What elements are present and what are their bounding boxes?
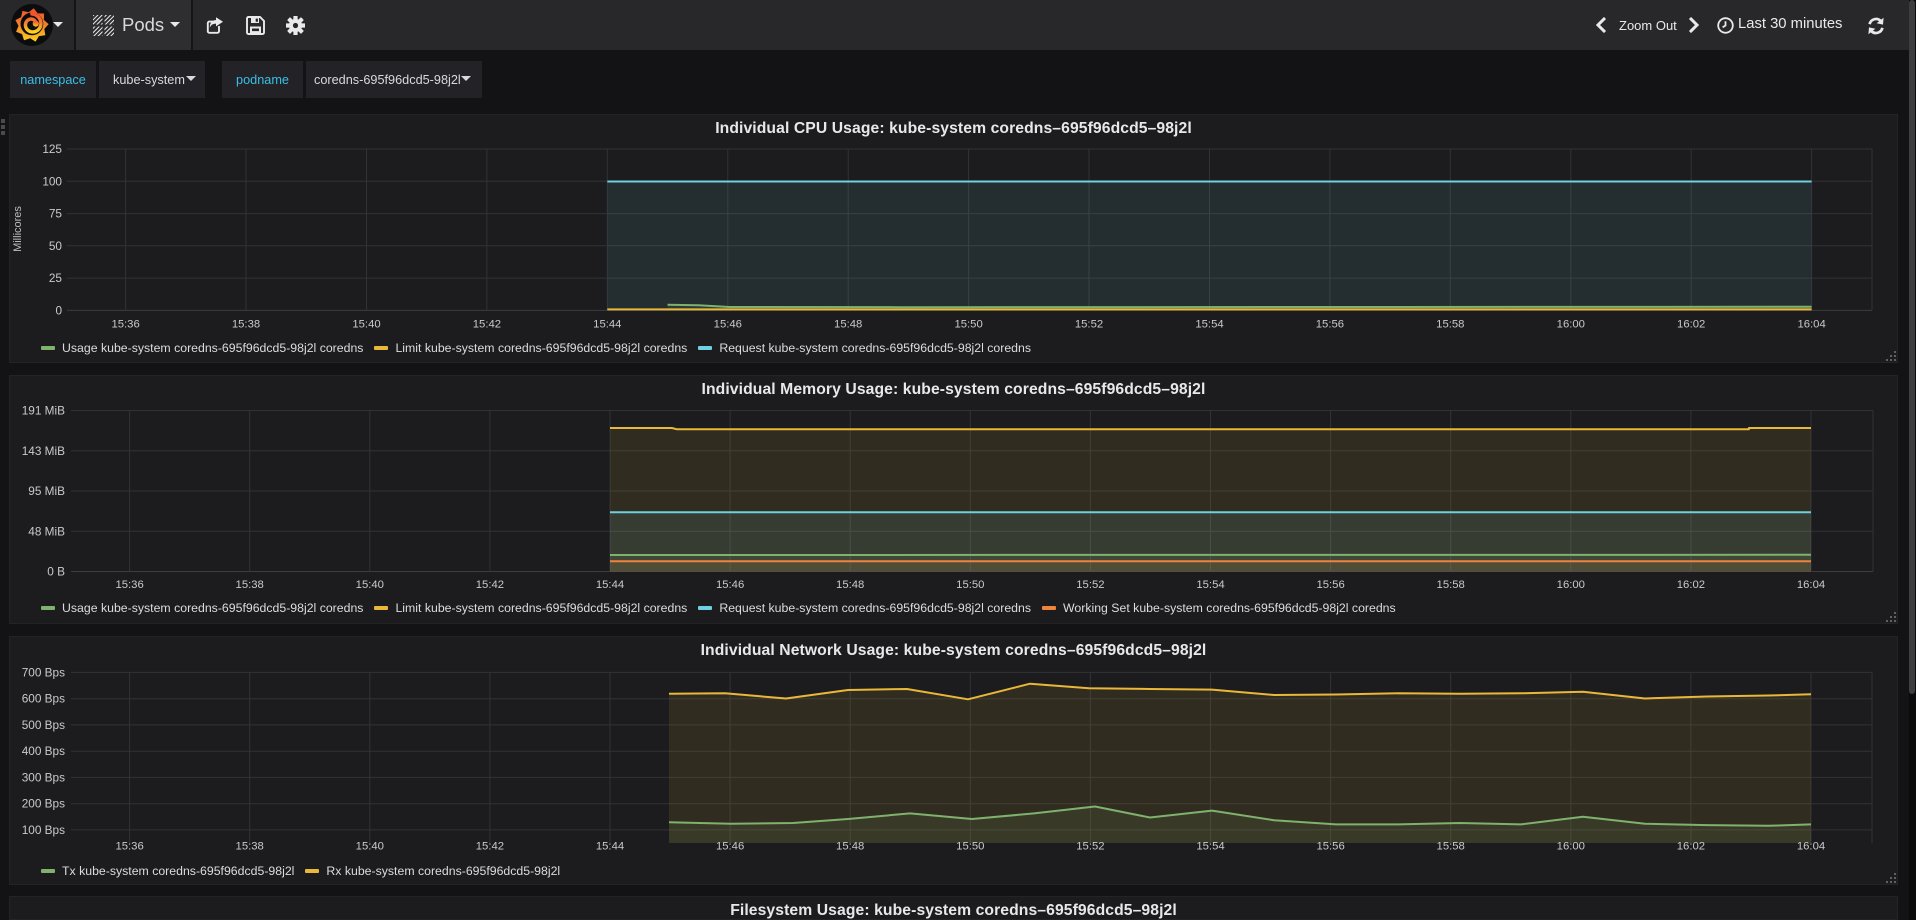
svg-text:Millicores: Millicores	[12, 206, 24, 252]
svg-text:16:04: 16:04	[1797, 319, 1825, 331]
svg-text:15:36: 15:36	[115, 841, 143, 853]
svg-text:200 Bps: 200 Bps	[22, 797, 65, 811]
svg-text:15:44: 15:44	[596, 579, 624, 591]
svg-text:16:02: 16:02	[1677, 319, 1705, 331]
svg-text:15:48: 15:48	[836, 841, 864, 853]
svg-text:15:46: 15:46	[716, 841, 744, 853]
svg-text:15:56: 15:56	[1316, 579, 1344, 591]
svg-text:15:36: 15:36	[111, 319, 139, 331]
svg-text:15:54: 15:54	[1196, 579, 1224, 591]
svg-text:15:42: 15:42	[476, 841, 504, 853]
svg-text:15:50: 15:50	[956, 579, 984, 591]
svg-text:75: 75	[49, 207, 63, 221]
svg-text:16:02: 16:02	[1677, 841, 1705, 853]
svg-text:0: 0	[55, 303, 62, 317]
svg-text:16:00: 16:00	[1557, 579, 1585, 591]
svg-text:15:40: 15:40	[356, 579, 384, 591]
svg-text:15:38: 15:38	[232, 319, 260, 331]
svg-text:15:46: 15:46	[714, 319, 742, 331]
svg-text:125: 125	[42, 142, 62, 156]
svg-text:16:00: 16:00	[1557, 841, 1585, 853]
svg-text:15:56: 15:56	[1316, 841, 1344, 853]
svg-text:50: 50	[49, 239, 63, 253]
svg-text:15:48: 15:48	[836, 579, 864, 591]
svg-text:700 Bps: 700 Bps	[22, 665, 65, 679]
svg-text:15:42: 15:42	[473, 319, 501, 331]
svg-text:15:44: 15:44	[596, 841, 624, 853]
svg-text:191 MiB: 191 MiB	[22, 404, 65, 418]
svg-text:15:58: 15:58	[1437, 579, 1465, 591]
svg-text:15:52: 15:52	[1076, 579, 1104, 591]
svg-text:15:40: 15:40	[356, 841, 384, 853]
svg-text:16:00: 16:00	[1557, 319, 1585, 331]
svg-text:15:38: 15:38	[236, 579, 264, 591]
svg-text:15:56: 15:56	[1316, 319, 1344, 331]
svg-text:15:52: 15:52	[1075, 319, 1103, 331]
svg-text:15:52: 15:52	[1076, 841, 1104, 853]
svg-text:100: 100	[42, 174, 62, 188]
svg-text:15:40: 15:40	[352, 319, 380, 331]
svg-text:15:50: 15:50	[954, 319, 982, 331]
svg-text:400 Bps: 400 Bps	[22, 744, 65, 758]
svg-text:15:48: 15:48	[834, 319, 862, 331]
svg-text:500 Bps: 500 Bps	[22, 718, 65, 732]
svg-text:143 MiB: 143 MiB	[22, 444, 65, 458]
svg-text:15:54: 15:54	[1196, 841, 1224, 853]
svg-text:16:04: 16:04	[1797, 579, 1825, 591]
svg-text:15:58: 15:58	[1436, 319, 1464, 331]
svg-text:95 MiB: 95 MiB	[28, 484, 65, 498]
svg-text:15:54: 15:54	[1195, 319, 1223, 331]
svg-text:0 B: 0 B	[47, 565, 65, 579]
svg-text:15:46: 15:46	[716, 579, 744, 591]
svg-text:15:58: 15:58	[1437, 841, 1465, 853]
svg-text:15:44: 15:44	[593, 319, 621, 331]
svg-text:15:36: 15:36	[115, 579, 143, 591]
svg-text:16:02: 16:02	[1677, 579, 1705, 591]
svg-text:15:50: 15:50	[956, 841, 984, 853]
svg-text:15:42: 15:42	[476, 579, 504, 591]
svg-text:16:04: 16:04	[1797, 841, 1825, 853]
svg-text:300 Bps: 300 Bps	[22, 770, 65, 784]
svg-text:48 MiB: 48 MiB	[28, 524, 65, 538]
svg-text:600 Bps: 600 Bps	[22, 692, 65, 706]
svg-text:15:38: 15:38	[236, 841, 264, 853]
svg-text:25: 25	[49, 271, 63, 285]
svg-text:100 Bps: 100 Bps	[22, 823, 65, 837]
